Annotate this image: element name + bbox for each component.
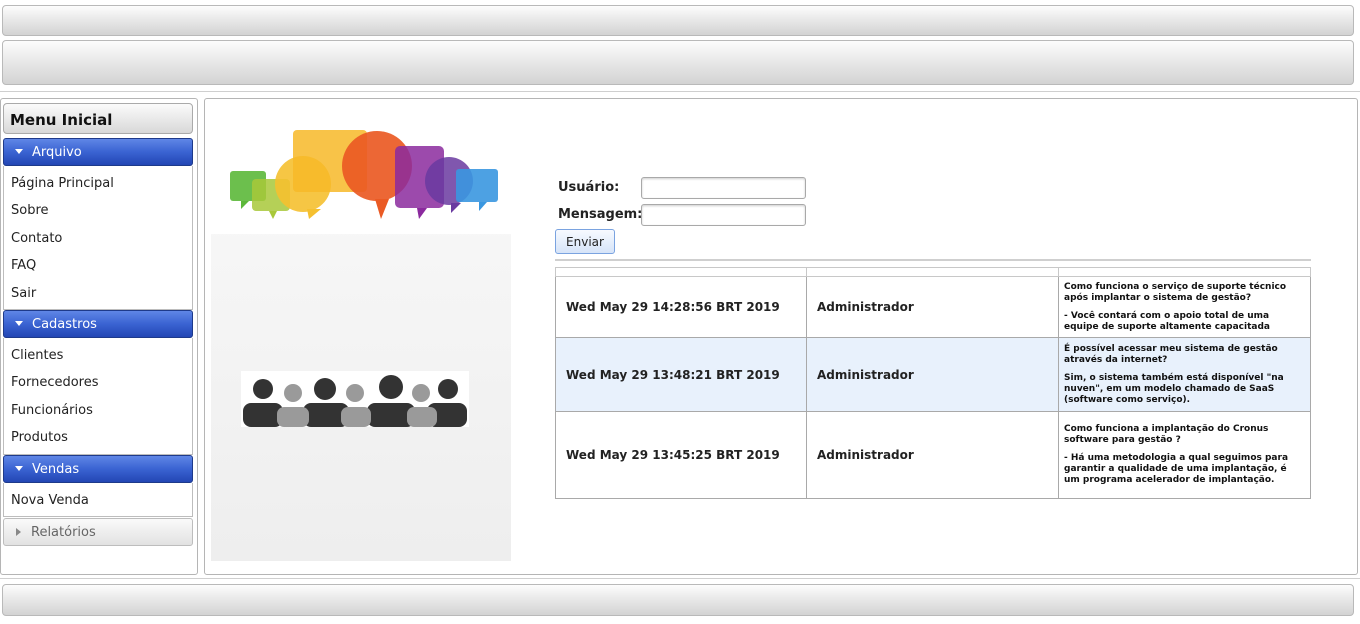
message-text: É possível acessar meu sistema de gestão… bbox=[1058, 337, 1311, 412]
user-label: Usuário: bbox=[558, 180, 620, 195]
user-input[interactable] bbox=[641, 177, 806, 199]
menu-section-label: Relatórios bbox=[31, 525, 96, 540]
message-date: Wed May 29 13:45:25 BRT 2019 bbox=[555, 411, 807, 499]
table-row: Wed May 29 13:48:21 BRT 2019 Administrad… bbox=[555, 337, 1311, 412]
top-header-bar bbox=[2, 5, 1354, 36]
message-input[interactable] bbox=[641, 204, 806, 226]
messages-table: Wed May 29 14:28:56 BRT 2019 Administrad… bbox=[555, 267, 1311, 499]
menu-section-arquivo[interactable]: Arquivo bbox=[3, 138, 193, 166]
divider bbox=[0, 578, 1360, 579]
send-button[interactable]: Enviar bbox=[555, 229, 615, 254]
column-header bbox=[1058, 267, 1311, 277]
menu-item-contato[interactable]: Contato bbox=[4, 224, 192, 251]
message-user: Administrador bbox=[806, 276, 1059, 338]
menu-section-relatorios[interactable]: Relatórios bbox=[3, 518, 193, 546]
message-text: Como funciona a implantação do Cronus so… bbox=[1058, 411, 1311, 499]
menu-item-sobre[interactable]: Sobre bbox=[4, 196, 192, 223]
menu-item-pagina-principal[interactable]: Página Principal bbox=[4, 169, 192, 196]
menu-section-vendas[interactable]: Vendas bbox=[3, 455, 193, 483]
menu-section-body: Clientes Fornecedores Funcionários Produ… bbox=[3, 338, 193, 455]
chat-illustration bbox=[211, 109, 511, 561]
message-date: Wed May 29 14:28:56 BRT 2019 bbox=[555, 276, 807, 338]
menu-item-sair[interactable]: Sair bbox=[4, 279, 192, 306]
chevron-down-icon bbox=[15, 149, 23, 154]
column-header bbox=[555, 267, 807, 277]
menu-section-label: Vendas bbox=[32, 462, 80, 477]
message-question: Como funciona a implantação do Cronus so… bbox=[1064, 424, 1269, 445]
menu-item-nova-venda[interactable]: Nova Venda bbox=[4, 486, 192, 513]
menu-section-body: Nova Venda bbox=[3, 483, 193, 517]
message-text: Como funciona o serviço de suporte técni… bbox=[1058, 276, 1311, 338]
chevron-down-icon bbox=[15, 321, 23, 326]
chevron-right-icon bbox=[16, 528, 21, 536]
message-user: Administrador bbox=[806, 411, 1059, 499]
divider bbox=[555, 259, 1311, 261]
people-group-icon bbox=[241, 371, 469, 427]
menu-item-produtos[interactable]: Produtos bbox=[4, 423, 192, 450]
message-label: Mensagem: bbox=[558, 207, 643, 222]
message-answer: Sim, o sistema também está disponível "n… bbox=[1064, 372, 1284, 405]
top-nav-bar bbox=[2, 40, 1354, 85]
speech-bubbles-icon bbox=[211, 109, 511, 234]
message-date: Wed May 29 13:48:21 BRT 2019 bbox=[555, 337, 807, 412]
table-row: Wed May 29 13:45:25 BRT 2019 Administrad… bbox=[555, 411, 1311, 499]
menu-title: Menu Inicial bbox=[3, 103, 193, 134]
menu-item-faq[interactable]: FAQ bbox=[4, 251, 192, 278]
message-question: É possível acessar meu sistema de gestão… bbox=[1064, 343, 1278, 365]
message-user: Administrador bbox=[806, 337, 1059, 412]
message-question: Como funciona o serviço de suporte técni… bbox=[1064, 281, 1287, 303]
menu-item-clientes[interactable]: Clientes bbox=[4, 341, 192, 368]
menu-item-funcionarios[interactable]: Funcionários bbox=[4, 396, 192, 423]
menu-section-label: Arquivo bbox=[32, 145, 82, 160]
menu-item-fornecedores[interactable]: Fornecedores bbox=[4, 368, 192, 395]
column-header bbox=[806, 267, 1059, 277]
table-row: Wed May 29 14:28:56 BRT 2019 Administrad… bbox=[555, 276, 1311, 338]
menu-section-cadastros[interactable]: Cadastros bbox=[3, 310, 193, 338]
divider bbox=[0, 91, 1360, 92]
menu-section-label: Cadastros bbox=[32, 317, 97, 332]
menu-section-body: Página Principal Sobre Contato FAQ Sair bbox=[3, 166, 193, 310]
footer-bar bbox=[2, 584, 1354, 616]
message-answer: - Você contará com o apoio total de uma … bbox=[1064, 310, 1270, 332]
chevron-down-icon bbox=[15, 466, 23, 471]
message-answer: - Há uma metodologia a qual seguimos par… bbox=[1064, 453, 1289, 485]
table-header-row bbox=[555, 267, 1311, 277]
